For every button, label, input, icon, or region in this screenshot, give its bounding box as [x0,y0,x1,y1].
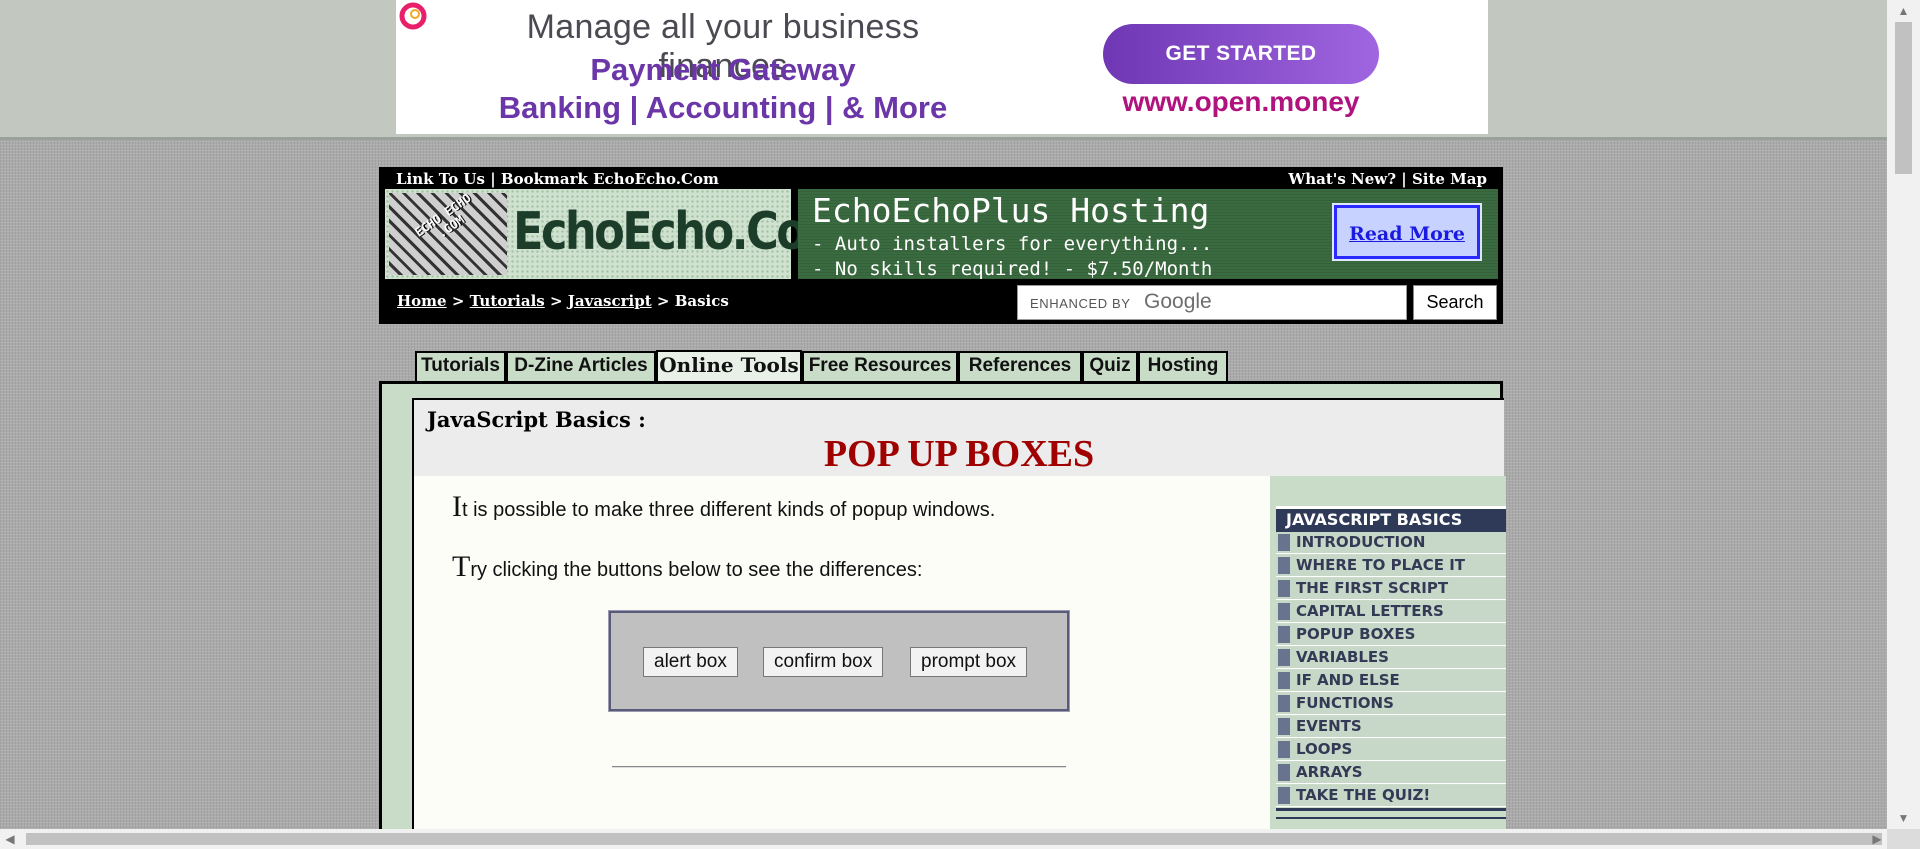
hosting-banner[interactable]: EchoEchoPlus Hosting - Auto installers f… [798,189,1498,280]
tab-hosting[interactable]: Hosting [1138,351,1228,381]
site-header: Link To Us | Bookmark EchoEcho.Com What'… [379,167,1503,324]
confirm-box-button[interactable]: confirm box [763,647,884,677]
sidebar-item-capital-letters[interactable]: CAPITAL LETTERS [1276,601,1506,623]
main-content: It is possible to make three different k… [412,476,1274,829]
paragraph-instructions: Try clicking the buttons below to see th… [452,550,922,584]
tab-d-zine-articles[interactable]: D-Zine Articles [506,351,656,381]
breadcrumb-tutorials[interactable]: Tutorials [470,292,545,310]
sidebar-item-variables[interactable]: VARIABLES [1276,647,1506,669]
sidebar-item-loops[interactable]: LOOPS [1276,739,1506,761]
page-title: POP UP BOXES [823,433,1095,475]
search-button[interactable]: Search [1413,285,1497,320]
sidebar-item-popup-boxes[interactable]: POPUP BOXES [1276,624,1506,646]
search-field[interactable]: ENHANCED BY Google [1017,285,1410,321]
scrollbar-corner [1887,829,1920,849]
sidebar-item-introduction[interactable]: INTRODUCTION [1276,532,1506,554]
sidebar-item-take-the-quiz[interactable]: TAKE THE QUIZ! [1276,785,1506,807]
paragraph-text: t is possible to make three different ki… [462,499,996,521]
whats-new-link[interactable]: What's New? [1288,170,1396,188]
sidebar-footer-rule [1276,808,1506,819]
sidebar: JAVASCRIPT BASICS INTRODUCTION WHERE TO … [1270,476,1506,829]
horizontal-divider [612,766,1066,768]
tab-tutorials[interactable]: Tutorials [415,351,506,381]
tab-quiz[interactable]: Quiz [1082,351,1138,381]
vertical-scrollbar[interactable]: ▲ ▼ [1887,0,1920,829]
header-separator: | [490,170,496,188]
breadcrumb: Home > Tutorials > Javascript > Basics [397,292,729,310]
breadcrumb-sep: > [656,292,670,310]
bookmark-link[interactable]: Bookmark EchoEcho.Com [501,170,719,188]
page-viewport: Manage all your business finances Paymen… [0,0,1900,829]
ad-subline-2: Banking | Accounting | & More [498,90,948,125]
site-map-link[interactable]: Site Map [1412,170,1487,188]
page-subtitle: JavaScript Basics : [427,407,646,432]
get-started-button[interactable]: GET STARTED [1103,24,1379,84]
tab-free-resources[interactable]: Free Resources [802,351,958,381]
paragraph-text: ry clicking the buttons below to see the… [470,559,923,581]
ad-banner[interactable]: Manage all your business finances Paymen… [396,0,1488,134]
tab-online-tools[interactable]: Online Tools [656,350,802,384]
horizontal-scrollbar[interactable]: ◀ ▶ [0,829,1887,849]
content-frame: JavaScript Basics : POP UP BOXES It is p… [379,381,1506,829]
sidebar-item-arrays[interactable]: ARRAYS [1276,762,1506,784]
ad-subline-1: Payment Gateway [590,52,856,87]
header-separator: | [1401,170,1407,188]
search-input[interactable] [1018,286,1410,321]
ad-url[interactable]: www.open.money [1096,86,1386,118]
tab-references[interactable]: References [958,351,1082,381]
paragraph-intro: It is possible to make three different k… [452,490,995,524]
sidebar-item-events[interactable]: EVENTS [1276,716,1506,738]
prompt-box-button[interactable]: prompt box [910,647,1028,677]
open-money-logo-icon [399,2,427,30]
header-right-links: What's New? | Site Map [1288,170,1487,188]
popup-demo-box: alert box confirm box prompt box [608,610,1070,712]
page-title-box: JavaScript Basics : POP UP BOXES [412,398,1504,478]
drop-cap: T [452,550,471,583]
scroll-up-icon[interactable]: ▲ [1887,0,1920,22]
read-more-button[interactable]: Read More [1332,203,1482,261]
breadcrumb-javascript[interactable]: Javascript [568,292,652,310]
hosting-line-2: - No skills required! - $7.50/Month [812,258,1213,280]
scroll-right-icon[interactable]: ▶ [1867,829,1887,849]
header-left-links: Link To Us | Bookmark EchoEcho.Com [396,170,719,188]
breadcrumb-sep: > [451,292,465,310]
scroll-down-icon[interactable]: ▼ [1887,807,1920,829]
sidebar-item-if-and-else[interactable]: IF AND ELSE [1276,670,1506,692]
sidebar-heading: JAVASCRIPT BASICS [1276,506,1506,532]
horizontal-scroll-thumb[interactable] [26,833,1882,845]
sidebar-item-functions[interactable]: FUNCTIONS [1276,693,1506,715]
vertical-scroll-thumb[interactable] [1895,22,1912,174]
sidebar-item-where-to-place-it[interactable]: WHERE TO PLACE IT [1276,555,1506,577]
breadcrumb-home[interactable]: Home [397,292,447,310]
site-logo[interactable]: ECHO ECHO .COM EchoEcho.Com [385,189,851,279]
hosting-line-1: - Auto installers for everything... [812,233,1213,255]
breadcrumb-current: Basics [674,292,729,310]
breadcrumb-sep: > [549,292,563,310]
sidebar-item-the-first-script[interactable]: THE FIRST SCRIPT [1276,578,1506,600]
scroll-left-icon[interactable]: ◀ [0,829,20,849]
hosting-title: EchoEchoPlus Hosting [812,191,1210,230]
drop-cap: I [452,490,462,523]
alert-box-button[interactable]: alert box [643,647,738,677]
